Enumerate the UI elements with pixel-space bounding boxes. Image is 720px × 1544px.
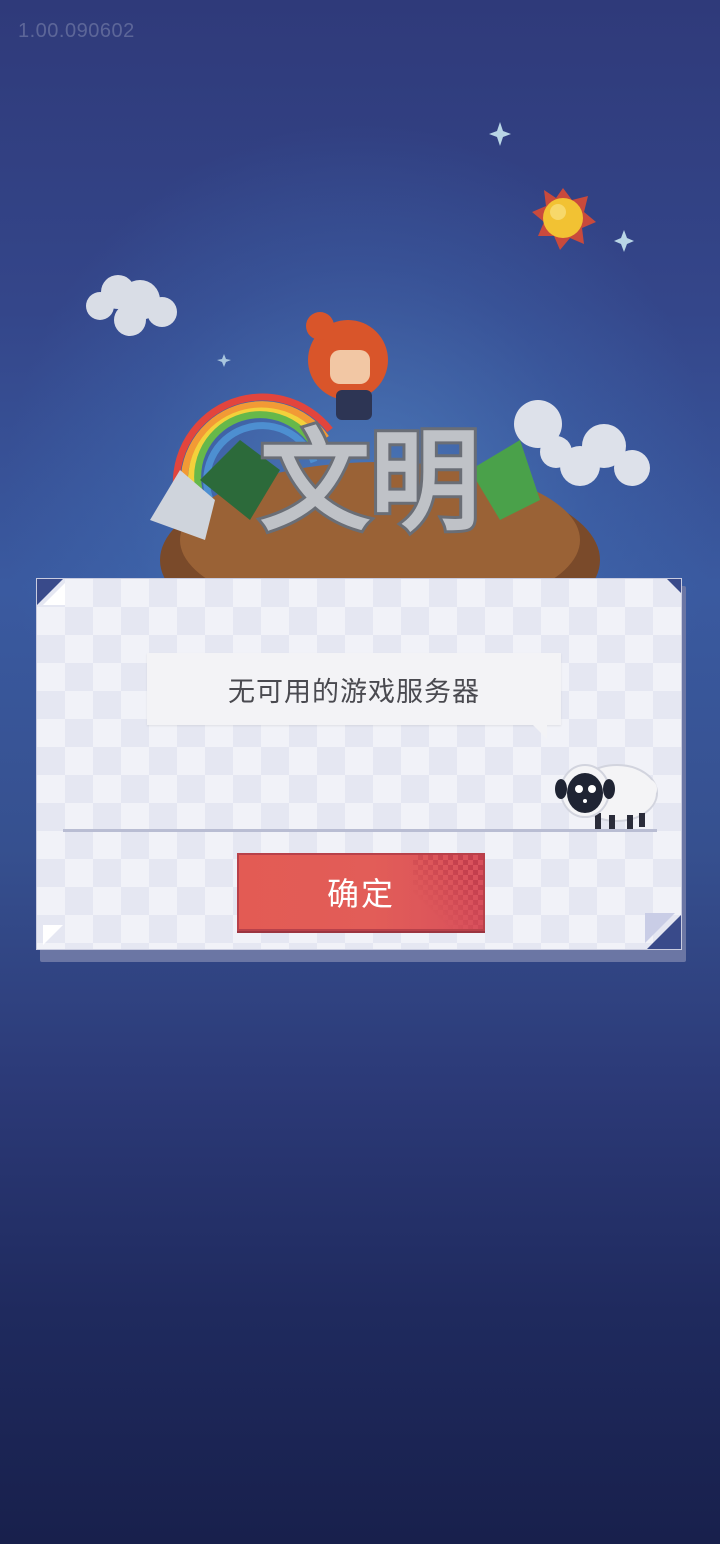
button-pattern (413, 855, 483, 929)
bubble-tail (533, 725, 547, 739)
cloud-icon (86, 275, 177, 336)
divider (63, 829, 657, 832)
confirm-button[interactable]: 确定 (237, 853, 485, 931)
error-dialog: 无可用的游戏服务器 确定 (36, 578, 686, 962)
corner-fold (43, 583, 65, 605)
logo-text: 文明 (260, 418, 480, 546)
game-logo-artwork: 文明 (86, 122, 650, 640)
sparkle-icon (614, 230, 634, 252)
corner-fold (667, 579, 681, 593)
cloud-icon (514, 400, 650, 486)
corner-fold (645, 913, 675, 943)
confirm-button-label: 确定 (326, 875, 395, 913)
dialog-panel: 无可用的游戏服务器 确定 (36, 578, 682, 950)
sun-icon (532, 188, 596, 250)
sparkle-icon (489, 122, 511, 146)
dialog-message: 无可用的游戏服务器 (228, 676, 480, 708)
sheep-icon (555, 764, 658, 829)
sparkle-icon (217, 354, 231, 367)
message-bubble: 无可用的游戏服务器 (147, 653, 561, 739)
character-girl (306, 312, 388, 420)
corner-fold (43, 925, 63, 945)
